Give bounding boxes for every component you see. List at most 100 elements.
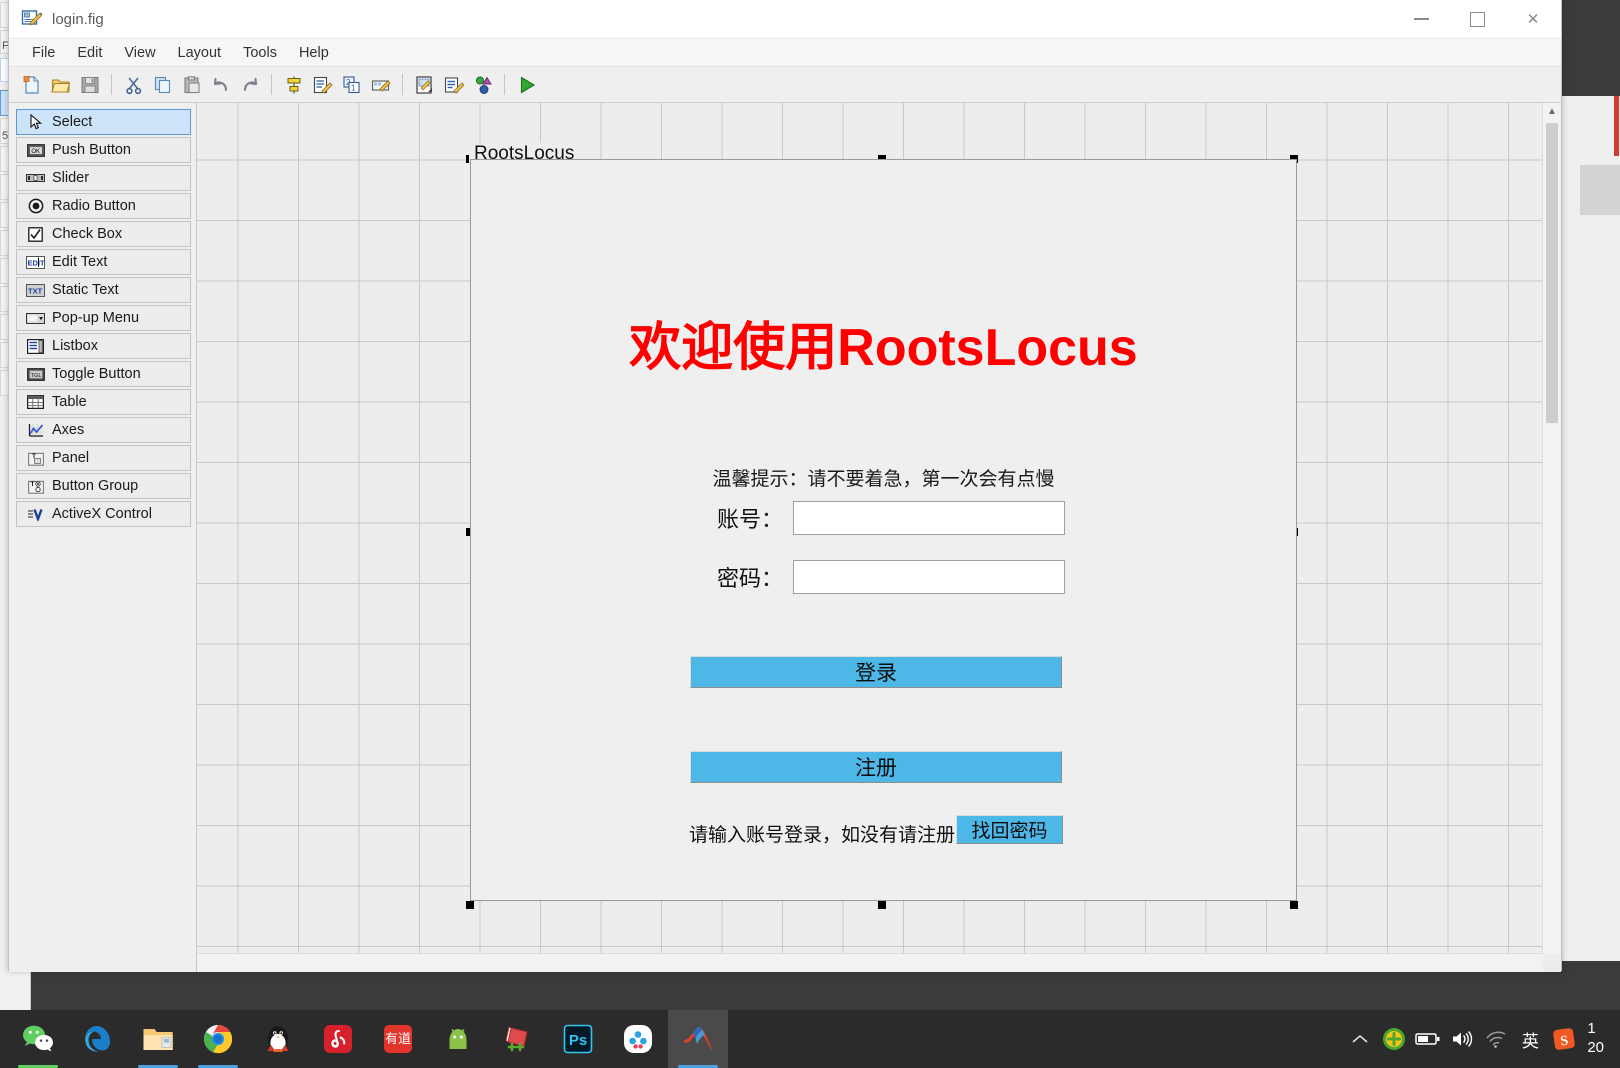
window-controls: ✕	[1393, 0, 1561, 38]
palette-item-slider[interactable]: Slider	[16, 165, 191, 191]
run-figure-button[interactable]	[513, 71, 540, 98]
save-file-button[interactable]	[76, 71, 103, 98]
object-browser-button[interactable]	[469, 71, 496, 98]
wechat-icon	[23, 1025, 53, 1052]
toolbar-separator	[111, 74, 112, 95]
taskbar-matlab[interactable]	[668, 1010, 728, 1068]
palette-item-label: Listbox	[52, 338, 98, 354]
palette-item-static-text[interactable]: TXT Static Text	[16, 277, 191, 303]
taskbar-photoshop[interactable]: Ps	[548, 1010, 608, 1068]
selection-handle-bottom-right[interactable]	[1290, 901, 1298, 909]
property-inspector-button[interactable]	[440, 71, 467, 98]
open-file-button[interactable]	[47, 71, 74, 98]
taskbar-clock[interactable]: 1 20	[1581, 1020, 1614, 1058]
tab-order-editor-button[interactable]: 2 1	[338, 71, 365, 98]
taskbar-chrome[interactable]	[188, 1010, 248, 1068]
redo-button[interactable]	[236, 71, 263, 98]
menu-file[interactable]: File	[21, 42, 66, 64]
toggle-button-icon: TGL	[26, 366, 45, 383]
taskbar-app-list: 有道 Ps	[0, 1010, 728, 1068]
palette-item-listbox[interactable]: Listbox	[16, 333, 191, 359]
palette-item-table[interactable]: Table	[16, 389, 191, 415]
layout-canvas[interactable]: RootsLocus 欢迎使用RootsLocus 温馨提示：请不要着急，第一次…	[197, 103, 1561, 972]
password-input[interactable]	[793, 560, 1065, 594]
paste-button[interactable]	[178, 71, 205, 98]
menu-bar: File Edit View Layout Tools Help	[9, 39, 1561, 67]
palette-item-label: Pop-up Menu	[52, 310, 140, 326]
chevron-up-icon[interactable]: ▲	[1543, 103, 1561, 120]
palette-item-popup-menu[interactable]: Pop-up Menu	[16, 305, 191, 331]
menu-edit[interactable]: Edit	[66, 42, 113, 64]
account-input[interactable]	[793, 501, 1065, 535]
system-tray: 英 S 1 20	[1343, 1010, 1620, 1068]
close-icon: ✕	[1526, 10, 1540, 28]
tray-battery[interactable]	[1411, 1010, 1445, 1068]
palette-item-activex-control[interactable]: ActiveX Control	[16, 501, 191, 527]
canvas-horizontal-scrollbar[interactable]	[197, 953, 1543, 972]
taskbar-devcpp[interactable]	[488, 1010, 548, 1068]
menu-editor-button[interactable]	[309, 71, 336, 98]
taskbar-youdao[interactable]: 有道	[368, 1010, 428, 1068]
palette-item-axes[interactable]: Axes	[16, 417, 191, 443]
palette-item-panel[interactable]: T Panel	[16, 445, 191, 471]
taskbar-file-explorer[interactable]	[128, 1010, 188, 1068]
m-file-editor-button[interactable]	[411, 71, 438, 98]
rootslocus-panel[interactable]: 欢迎使用RootsLocus 温馨提示：请不要着急，第一次会有点慢 账号： 密码…	[470, 159, 1297, 901]
selection-handle-bottom-left[interactable]	[466, 901, 474, 909]
tray-expand-button[interactable]	[1343, 1010, 1377, 1068]
login-button[interactable]: 登录	[690, 656, 1062, 688]
static-text-icon: TXT	[26, 282, 45, 299]
svg-text:Ps: Ps	[569, 1032, 587, 1049]
property-inspector-icon	[444, 76, 464, 94]
register-button[interactable]: 注册	[690, 751, 1062, 783]
taskbar-wechat[interactable]	[8, 1010, 68, 1068]
menu-tools[interactable]: Tools	[232, 42, 288, 64]
taskbar-qq[interactable]	[248, 1010, 308, 1068]
menu-layout[interactable]: Layout	[167, 42, 233, 64]
undo-button[interactable]	[207, 71, 234, 98]
palette-item-select[interactable]: Select	[16, 109, 191, 135]
taskbar-netease-music[interactable]	[308, 1010, 368, 1068]
cursor-arrow-icon	[26, 114, 45, 131]
cut-button[interactable]	[120, 71, 147, 98]
tray-ime-language[interactable]: 英	[1513, 1010, 1547, 1068]
menu-editor-icon	[313, 76, 333, 94]
desktop-screen: F 5 login.fig ✕ File Edit View Layout To…	[0, 0, 1620, 1068]
tray-security[interactable]	[1377, 1010, 1411, 1068]
canvas-vertical-scrollbar[interactable]: ▲	[1542, 103, 1561, 954]
palette-item-edit-text[interactable]: EDIT Edit Text	[16, 249, 191, 275]
selection-handle-bottom-center[interactable]	[878, 901, 886, 909]
recover-password-button[interactable]: 找回密码	[956, 815, 1063, 844]
svg-text:TGL: TGL	[30, 373, 41, 379]
palette-item-toggle-button[interactable]: TGL Toggle Button	[16, 361, 191, 387]
tray-sogou-input[interactable]: S	[1547, 1010, 1581, 1068]
window-body: Select OK Push Button Slider Radio Butto…	[9, 103, 1561, 972]
edge-browser-icon	[85, 1026, 110, 1052]
taskbar-baidu-netdisk[interactable]	[608, 1010, 668, 1068]
run-figure-icon	[520, 76, 535, 93]
taskbar-android-studio[interactable]	[428, 1010, 488, 1068]
button-group-icon: T	[26, 478, 45, 495]
top-hint-text: 温馨提示：请不要着急，第一次会有点慢	[712, 469, 1055, 490]
align-objects-button[interactable]	[280, 71, 307, 98]
palette-item-button-group[interactable]: T Button Group	[16, 473, 191, 499]
menu-view[interactable]: View	[113, 42, 166, 64]
menu-help[interactable]: Help	[288, 42, 340, 64]
taskbar-edge[interactable]	[68, 1010, 128, 1068]
palette-item-push-button[interactable]: OK Push Button	[16, 137, 191, 163]
matlab-icon	[683, 1027, 713, 1051]
minimize-button[interactable]	[1393, 0, 1449, 38]
copy-button[interactable]	[149, 71, 176, 98]
close-button[interactable]: ✕	[1505, 0, 1561, 38]
tray-wifi[interactable]	[1479, 1010, 1513, 1068]
qq-icon	[267, 1026, 289, 1052]
palette-item-check-box[interactable]: Check Box	[16, 221, 191, 247]
new-figure-button[interactable]	[18, 71, 45, 98]
palette-item-label: Radio Button	[52, 198, 136, 214]
tray-volume[interactable]	[1445, 1010, 1479, 1068]
vertical-scroll-thumb[interactable]	[1546, 123, 1558, 423]
component-palette: Select OK Push Button Slider Radio Butto…	[9, 103, 197, 972]
maximize-button[interactable]	[1449, 0, 1505, 38]
palette-item-radio-button[interactable]: Radio Button	[16, 193, 191, 219]
toolbar-editor-button[interactable]	[367, 71, 394, 98]
